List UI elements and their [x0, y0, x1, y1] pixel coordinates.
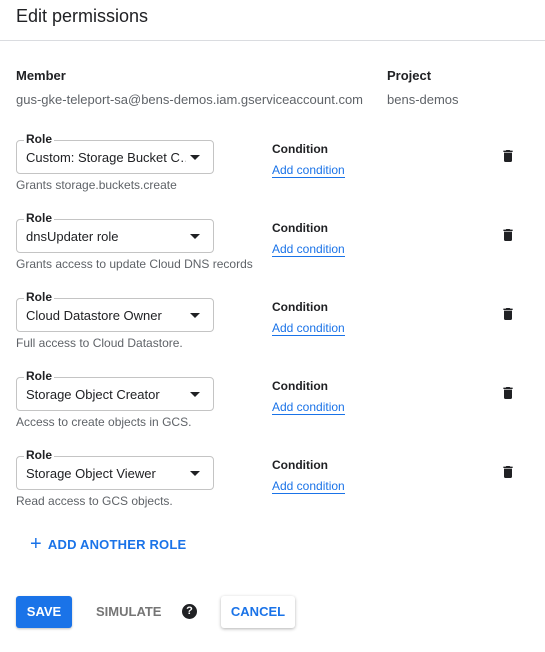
- role-description: Grants storage.buckets.create: [16, 178, 177, 192]
- role-row: Custom: Storage Bucket C… Role Grants st…: [0, 132, 545, 202]
- role-select-label: Role: [24, 290, 55, 304]
- member-value: gus-gke-teleport-sa@bens-demos.iam.gserv…: [16, 92, 364, 107]
- delete-role-trash-icon[interactable]: [500, 148, 516, 164]
- role-select-label: Role: [24, 211, 55, 225]
- dropdown-arrow-icon: [190, 471, 200, 476]
- project-value: bens-demos: [387, 92, 459, 107]
- dialog-title: Edit permissions: [16, 6, 149, 26]
- role-description: Full access to Cloud Datastore.: [16, 336, 183, 350]
- role-description: Access to create objects in GCS.: [16, 415, 192, 429]
- role-select-label: Role: [24, 369, 55, 383]
- condition-label: Condition: [272, 221, 328, 235]
- role-description: Grants access to update Cloud DNS record…: [16, 257, 253, 271]
- role-select-label: Role: [24, 132, 55, 146]
- role-select-label: Role: [24, 448, 55, 462]
- condition-label: Condition: [272, 142, 328, 156]
- dropdown-arrow-icon: [190, 313, 200, 318]
- add-condition-link[interactable]: Add condition: [272, 164, 345, 178]
- delete-role-trash-icon[interactable]: [500, 464, 516, 480]
- cancel-button[interactable]: CANCEL: [221, 596, 295, 628]
- add-another-role-button[interactable]: + ADD ANOTHER ROLE: [30, 534, 186, 554]
- save-button[interactable]: SAVE: [16, 596, 72, 628]
- delete-role-trash-icon[interactable]: [500, 306, 516, 322]
- condition-label: Condition: [272, 379, 328, 393]
- condition-label: Condition: [272, 300, 328, 314]
- role-row: dnsUpdater role Role Grants access to up…: [0, 211, 545, 281]
- role-select-value: dnsUpdater role: [26, 229, 119, 244]
- role-row: Cloud Datastore Owner Role Full access t…: [0, 290, 545, 360]
- dropdown-arrow-icon: [190, 234, 200, 239]
- plus-icon: +: [30, 533, 42, 555]
- role-description: Read access to GCS objects.: [16, 494, 173, 508]
- add-condition-link[interactable]: Add condition: [272, 243, 345, 257]
- delete-role-trash-icon[interactable]: [500, 227, 516, 243]
- member-label: Member: [16, 68, 66, 83]
- role-select-value: Cloud Datastore Owner: [26, 308, 162, 323]
- add-condition-link[interactable]: Add condition: [272, 480, 345, 494]
- delete-role-trash-icon[interactable]: [500, 385, 516, 401]
- add-condition-link[interactable]: Add condition: [272, 401, 345, 415]
- role-select-value: Storage Object Creator: [26, 387, 160, 402]
- dropdown-arrow-icon: [190, 392, 200, 397]
- project-label: Project: [387, 68, 432, 83]
- dropdown-arrow-icon: [190, 155, 200, 160]
- condition-label: Condition: [272, 458, 328, 472]
- role-row: Storage Object Viewer Role Read access t…: [0, 448, 545, 518]
- role-row: Storage Object Creator Role Access to cr…: [0, 369, 545, 439]
- dialog-header: Edit permissions: [0, 0, 545, 41]
- role-select-value: Custom: Storage Bucket C…: [26, 150, 186, 165]
- simulate-button[interactable]: SIMULATE: [96, 596, 161, 628]
- add-another-role-label: ADD ANOTHER ROLE: [47, 536, 187, 552]
- role-select-value: Storage Object Viewer: [26, 466, 156, 481]
- help-icon[interactable]: ?: [182, 604, 197, 619]
- add-condition-link[interactable]: Add condition: [272, 322, 345, 336]
